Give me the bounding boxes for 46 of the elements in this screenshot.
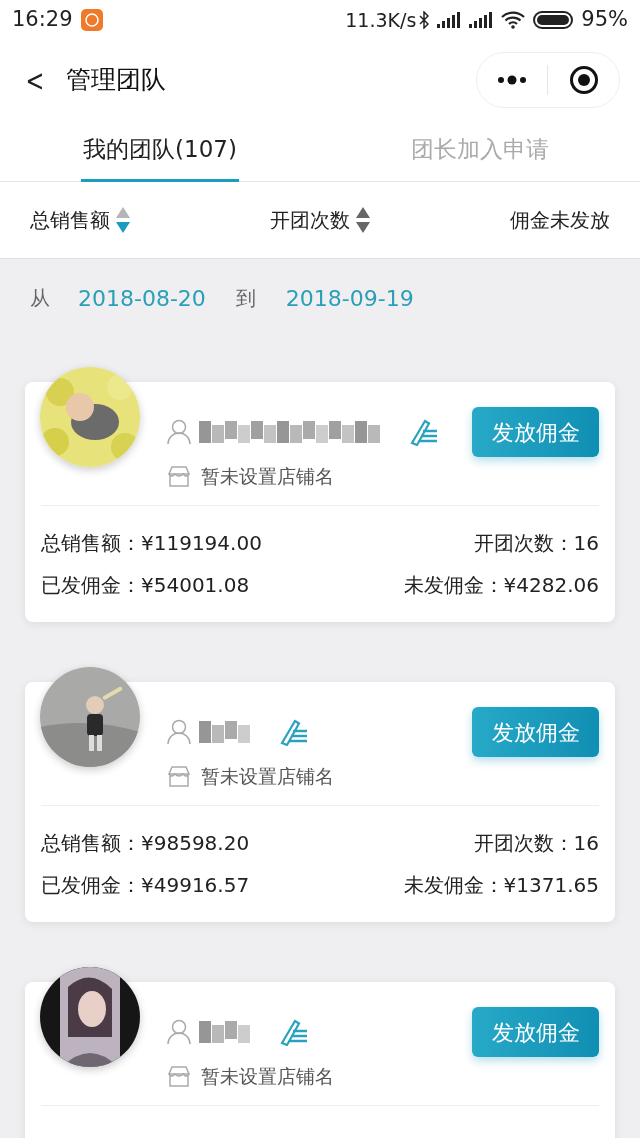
pay-commission-button[interactable]: 发放佣金 bbox=[472, 1007, 599, 1057]
shop-icon bbox=[167, 765, 191, 787]
battery-percent: 95% bbox=[581, 6, 628, 34]
pay-commission-button[interactable]: 发放佣金 bbox=[472, 707, 599, 757]
user-icon bbox=[167, 719, 191, 745]
stat-text: 开团次数：16 bbox=[472, 830, 599, 857]
back-button[interactable]: < bbox=[23, 57, 47, 103]
status-time: 16:29 bbox=[12, 6, 73, 34]
stat-text: 开团次数：16 bbox=[472, 530, 599, 557]
stat-text: 已发佣金：¥54001.08 bbox=[41, 572, 251, 599]
edit-icon bbox=[279, 718, 309, 746]
tab[interactable]: 团长加入申请 bbox=[409, 120, 551, 182]
shop-name: 暂未设置店铺名 bbox=[201, 1063, 334, 1089]
pay-commission-button[interactable]: 发放佣金 bbox=[472, 407, 599, 457]
wifi-icon bbox=[501, 11, 526, 29]
from-label: 从 bbox=[30, 285, 50, 312]
sort-option[interactable]: 总销售额 bbox=[30, 205, 130, 235]
shop-icon bbox=[167, 465, 191, 487]
signal-icon bbox=[437, 12, 462, 28]
stat-text: 未发佣金：¥1371.65 bbox=[402, 872, 599, 899]
shop-icon bbox=[167, 1065, 191, 1087]
network-speed: 11.3K/s bbox=[345, 7, 417, 33]
shop-name: 暂未设置店铺名 bbox=[201, 763, 334, 789]
to-label: 到 bbox=[235, 285, 256, 312]
bluetooth-icon bbox=[419, 11, 430, 29]
stat-text: 未发佣金：¥4282.06 bbox=[402, 572, 599, 599]
start-date[interactable]: 2018-08-20 bbox=[78, 281, 206, 315]
edit-icon bbox=[409, 418, 439, 446]
sort-option[interactable]: 佣金未发放 bbox=[510, 205, 610, 235]
blurred-name bbox=[199, 721, 251, 743]
battery-icon bbox=[533, 11, 574, 29]
edit-icon bbox=[279, 1018, 309, 1046]
user-icon bbox=[167, 419, 191, 445]
sort-option[interactable]: 开团次数 bbox=[270, 205, 370, 235]
user-icon bbox=[167, 1019, 191, 1045]
more-icon bbox=[497, 75, 527, 85]
page-title: 管理团队 bbox=[66, 64, 166, 97]
end-date[interactable]: 2018-09-19 bbox=[285, 281, 414, 315]
stat-text: 总销售额：¥98598.20 bbox=[41, 830, 251, 857]
close-target-icon bbox=[569, 65, 599, 95]
blurred-name bbox=[199, 1021, 251, 1043]
stat-text: 总销售额：¥119194.00 bbox=[41, 530, 263, 557]
shop-name: 暂未设置店铺名 bbox=[201, 463, 334, 489]
signal-icon bbox=[469, 12, 494, 28]
stat-text: 已发佣金：¥49916.57 bbox=[41, 872, 251, 899]
app-notification-icon bbox=[80, 9, 103, 31]
